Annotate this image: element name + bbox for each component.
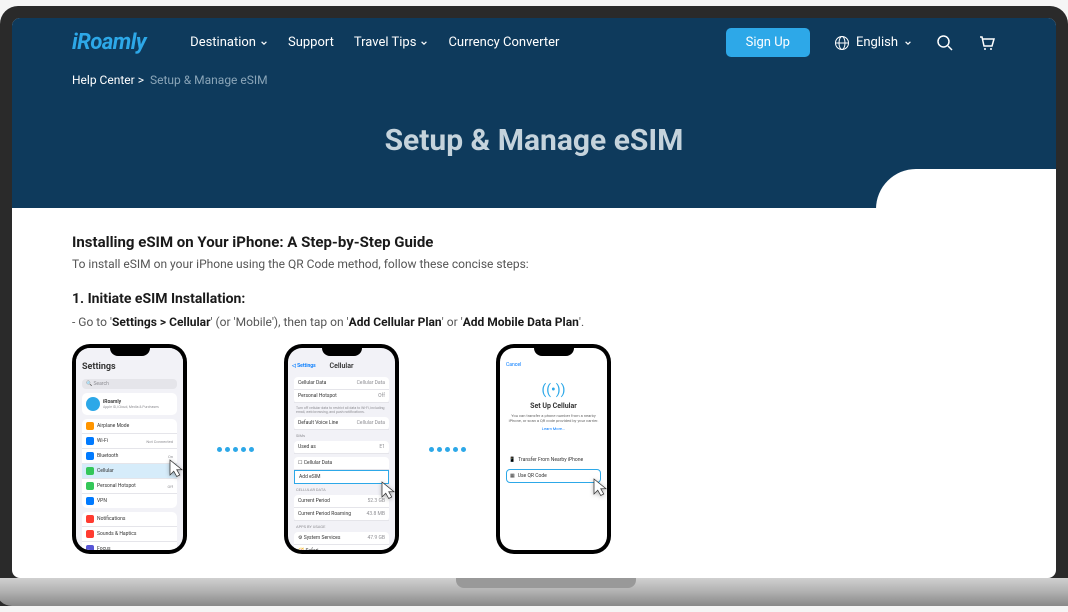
phone-settings: Settings 🔍 Search iRoamlyApple ID, iClou… bbox=[72, 344, 187, 554]
breadcrumb-current: Setup & Manage eSIM bbox=[150, 73, 268, 87]
breadcrumb: Help Center > Setup & Manage eSIM bbox=[12, 67, 1056, 93]
phone1-search: 🔍 Search bbox=[82, 379, 177, 389]
cart-icon bbox=[978, 34, 996, 52]
phone-screenshots: Settings 🔍 Search iRoamlyApple ID, iClou… bbox=[72, 344, 996, 554]
nav-support[interactable]: Support bbox=[288, 35, 334, 50]
section-intro: To install eSIM on your iPhone using the… bbox=[72, 257, 996, 271]
chevron-down-icon bbox=[260, 39, 268, 47]
phone3-transfer-btn: 📱 Transfer From Nearby iPhone bbox=[506, 454, 601, 466]
nav-currency[interactable]: Currency Converter bbox=[448, 35, 559, 50]
step-text: - Go to 'Settings > Cellular' (or 'Mobil… bbox=[72, 315, 996, 329]
section-title: Installing eSIM on Your iPhone: A Step-b… bbox=[72, 233, 996, 251]
globe-icon bbox=[834, 35, 850, 51]
search-icon bbox=[936, 34, 954, 52]
breadcrumb-link[interactable]: Help Center > bbox=[72, 73, 144, 87]
phone-cellular: ◁ SettingsCellular Cellular DataCellular… bbox=[284, 344, 399, 554]
chevron-down-icon bbox=[904, 39, 912, 47]
chevron-down-icon bbox=[420, 39, 428, 47]
cellular-icon: ((•)) bbox=[506, 382, 601, 398]
page-title: Setup & Manage eSIM bbox=[12, 123, 1056, 158]
step-title: 1. Initiate eSIM Installation: bbox=[72, 291, 996, 307]
hero: Setup & Manage eSIM bbox=[12, 93, 1056, 208]
pointer-icon bbox=[161, 454, 183, 484]
search-button[interactable] bbox=[936, 34, 954, 52]
pointer-icon bbox=[585, 473, 607, 503]
phone1-profile: iRoamlyApple ID, iCloud, Media & Purchas… bbox=[82, 393, 177, 415]
pointer-icon bbox=[373, 476, 395, 506]
logo[interactable]: iRoamly bbox=[72, 30, 146, 55]
nav-destination[interactable]: Destination bbox=[190, 35, 268, 50]
cart-button[interactable] bbox=[978, 34, 996, 52]
nav-travel-tips[interactable]: Travel Tips bbox=[354, 35, 429, 50]
language-selector[interactable]: English bbox=[834, 35, 912, 51]
nav-bar: iRoamly Destination Support Travel Tips … bbox=[12, 18, 1056, 67]
phone-setup-cellular: Cancel ((•)) Set Up Cellular You can tra… bbox=[496, 344, 611, 554]
sign-up-button[interactable]: Sign Up bbox=[726, 28, 810, 57]
